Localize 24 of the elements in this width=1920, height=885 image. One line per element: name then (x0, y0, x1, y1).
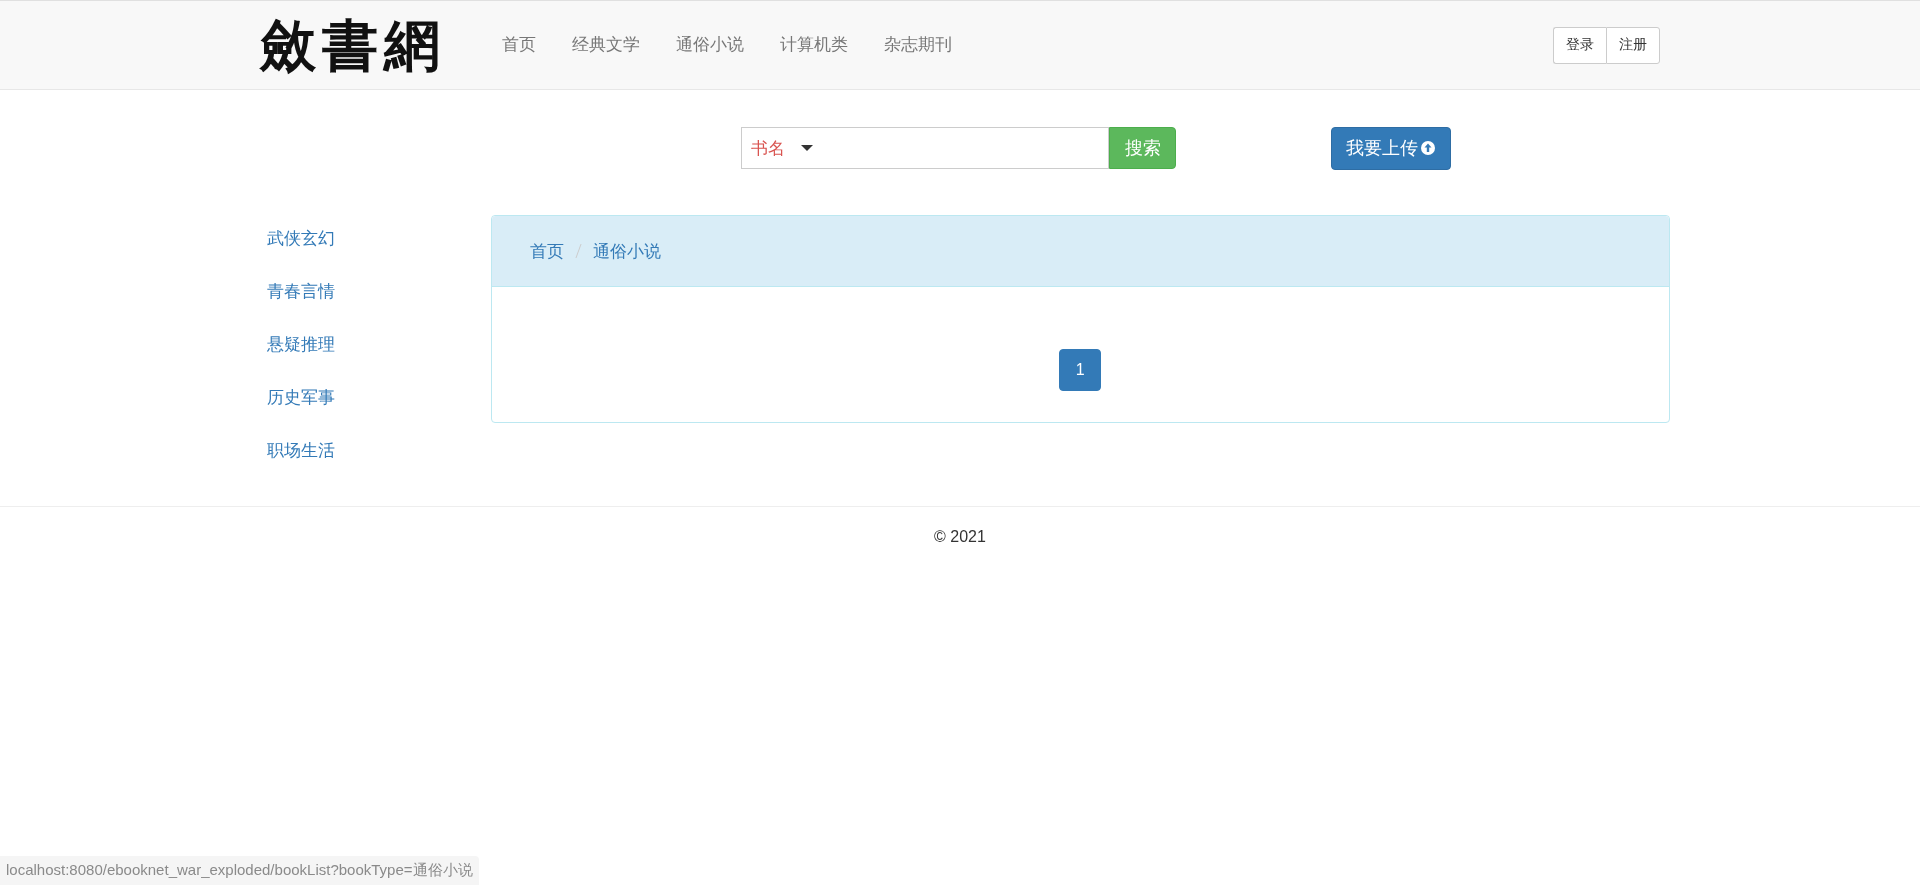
search-button[interactable]: 搜索 (1109, 127, 1176, 169)
nav-link[interactable]: 通俗小说 (658, 25, 762, 65)
upload-button[interactable]: 我要上传 (1331, 126, 1451, 170)
search-field[interactable]: 书名 (741, 127, 1109, 169)
auth-button[interactable]: 注册 (1606, 26, 1660, 64)
nav-link[interactable]: 计算机类 (762, 25, 866, 65)
category-link[interactable]: 职场生活 (267, 433, 491, 486)
category-link[interactable]: 悬疑推理 (267, 327, 491, 380)
nav-link[interactable]: 经典文学 (554, 25, 658, 65)
page-button[interactable]: 1 (1059, 349, 1102, 391)
auth-button[interactable]: 登录 (1553, 26, 1606, 64)
nav-link[interactable]: 杂志期刊 (866, 25, 970, 65)
category-link[interactable]: 武侠玄幻 (267, 221, 491, 274)
breadcrumb-link[interactable]: 通俗小说 (592, 239, 661, 263)
category-link[interactable]: 历史军事 (267, 380, 491, 433)
nav-link[interactable]: 首页 (484, 25, 554, 65)
category-link[interactable]: 青春言情 (267, 274, 491, 327)
breadcrumb-link[interactable]: 首页 (529, 239, 564, 263)
copyright-text: © 2021 (934, 528, 986, 545)
up-arrow-circle-icon (1420, 140, 1436, 156)
search-type-label[interactable]: 书名 (751, 136, 785, 160)
site-logo[interactable]: 斂書網 (260, 17, 446, 73)
status-bar: localhost:8080/ebooknet_war_exploded/bookList?bookType=通俗小说 (0, 856, 479, 885)
caret-icon[interactable] (801, 145, 813, 151)
